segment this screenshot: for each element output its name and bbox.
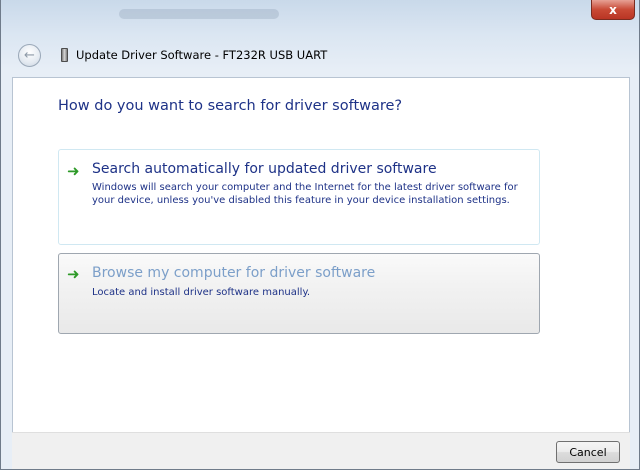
browse-computer-option[interactable]: ➜ Browse my computer for driver software… [58,253,540,334]
close-button[interactable]: x [591,0,635,20]
back-button[interactable]: ← [18,43,41,67]
dialog-footer: Cancel [12,432,630,469]
option-description: Locate and install driver software manua… [92,287,311,298]
title-bar[interactable]: x [1,0,639,32]
background-window-title-blur [119,9,279,19]
search-automatically-option[interactable]: ➜ Search automatically for updated drive… [58,149,540,245]
update-driver-dialog: x ← Update Driver Software - FT232R USB … [0,0,640,470]
green-arrow-icon: ➜ [67,162,80,180]
option-description: Windows will search your computer and th… [92,182,518,206]
back-arrow-icon: ← [24,47,35,63]
cancel-button[interactable]: Cancel [556,441,620,463]
page-heading: How do you want to search for driver sof… [58,98,403,114]
green-arrow-icon: ➜ [67,265,80,283]
usb-device-icon [61,48,68,62]
close-icon: x [609,2,617,17]
option-title: Browse my computer for driver software [92,265,376,281]
content-pane: How do you want to search for driver sof… [12,77,630,432]
window-title: Update Driver Software - FT232R USB UART [76,48,328,62]
option-title: Search automatically for updated driver … [92,161,437,177]
dialog-header: ← Update Driver Software - FT232R USB UA… [18,42,327,68]
